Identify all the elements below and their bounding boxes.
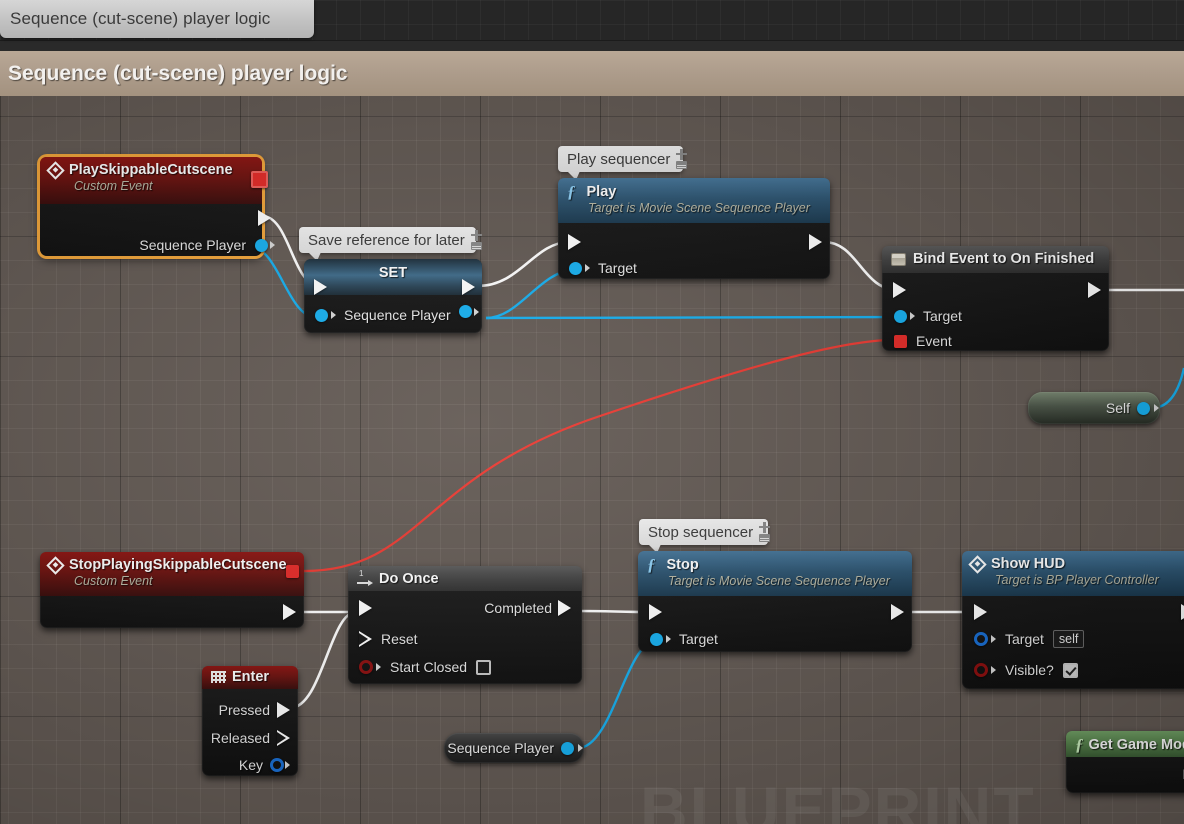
- graph-canvas[interactable]: BLUEPRINT: [0, 96, 1184, 824]
- blueprint-editor: Sequence (cut-scene) player logic Sequen…: [0, 0, 1184, 824]
- tab-label: Sequence (cut-scene) player logic: [10, 9, 271, 28]
- canvas-vignette: [0, 96, 1184, 824]
- graph-title-bar: Sequence (cut-scene) player logic: [0, 51, 1184, 96]
- page-title: Sequence (cut-scene) player logic: [8, 61, 348, 85]
- tab-strip: Sequence (cut-scene) player logic: [0, 0, 1184, 41]
- tab-sequence-cutscene-player-logic[interactable]: Sequence (cut-scene) player logic: [0, 0, 314, 38]
